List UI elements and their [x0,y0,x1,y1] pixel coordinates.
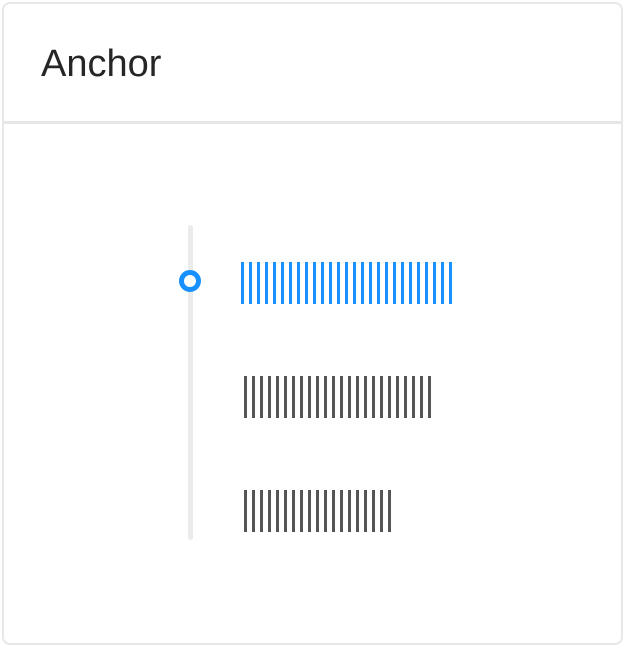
anchor-link-placeholder-mark [393,262,396,304]
anchor-link-placeholder-mark [401,262,404,304]
anchor-link-placeholder-mark [321,262,324,304]
anchor-link-placeholder-mark [332,490,335,532]
anchor-link-placeholder-mark [305,262,308,304]
anchor-link-placeholder-mark [324,490,327,532]
anchor-link-placeholder-mark [260,490,263,532]
anchor-link-placeholder-mark [257,262,260,304]
anchor-link-placeholder-mark [361,262,364,304]
anchor-link-placeholder-mark [284,376,287,418]
anchor-link-placeholder-mark [388,490,391,532]
anchor-link-placeholder-mark [396,376,399,418]
anchor-link-placeholder-mark [380,490,383,532]
anchor-link-placeholder-mark [412,376,415,418]
anchor-link-placeholder-mark [388,376,391,418]
anchor-link-placeholder-mark [337,262,340,304]
anchor-link-placeholder-mark [345,262,348,304]
anchor-link-placeholder-mark [308,376,311,418]
anchor-link-placeholder-mark [329,262,332,304]
anchor-link-placeholder-mark [441,262,444,304]
anchor-link-placeholder-mark [292,376,295,418]
anchor-link-placeholder-mark [404,376,407,418]
anchor-link-placeholder-mark [273,262,276,304]
anchor-link-placeholder-mark [340,490,343,532]
anchor-link-placeholder-mark [292,490,295,532]
anchor-link-placeholder-mark [385,262,388,304]
anchor-link-placeholder-mark [260,376,263,418]
anchor-link-placeholder-mark [281,262,284,304]
anchor-link-placeholder-mark [348,376,351,418]
card-title: Anchor [41,43,162,85]
anchor-link-placeholder-mark [300,490,303,532]
card-header: Anchor [4,4,621,124]
anchor-link-placeholder-mark [449,262,452,304]
anchor-link-placeholder-mark [244,490,247,532]
anchor-link-placeholder-mark [369,262,372,304]
anchor-link-placeholder-mark [364,490,367,532]
anchor-link-placeholder-mark [289,262,292,304]
anchor-link-placeholder-mark [249,262,252,304]
anchor-link-placeholder-mark [316,376,319,418]
anchor-link-placeholder-mark [348,490,351,532]
anchor-link-3[interactable] [244,490,396,532]
anchor-link-placeholder-mark [300,376,303,418]
anchor-ink-indicator [179,270,201,292]
anchor-link-placeholder-mark [297,262,300,304]
anchor-link-1[interactable] [241,262,457,304]
anchor-link-placeholder-mark [420,376,423,418]
anchor-link-placeholder-mark [340,376,343,418]
anchor-link-placeholder-mark [409,262,412,304]
anchor-card: Anchor [2,2,623,645]
anchor-link-placeholder-mark [332,376,335,418]
anchor-link-placeholder-mark [252,376,255,418]
anchor-link-placeholder-mark [417,262,420,304]
anchor-link-placeholder-mark [276,490,279,532]
anchor-link-placeholder-mark [372,376,375,418]
anchor-navigation [4,124,621,643]
anchor-link-placeholder-mark [268,376,271,418]
anchor-link-placeholder-mark [244,376,247,418]
anchor-link-placeholder-mark [313,262,316,304]
anchor-link-placeholder-mark [324,376,327,418]
anchor-link-placeholder-mark [380,376,383,418]
anchor-link-placeholder-mark [428,376,431,418]
anchor-link-placeholder-mark [425,262,428,304]
anchor-link-placeholder-mark [241,262,244,304]
anchor-link-placeholder-mark [308,490,311,532]
anchor-link-placeholder-mark [377,262,380,304]
anchor-link-placeholder-mark [353,262,356,304]
anchor-link-placeholder-mark [356,490,359,532]
anchor-link-placeholder-mark [316,490,319,532]
anchor-link-placeholder-mark [356,376,359,418]
anchor-link-placeholder-mark [252,490,255,532]
anchor-link-placeholder-mark [284,490,287,532]
anchor-link-2[interactable] [244,376,436,418]
anchor-link-placeholder-mark [265,262,268,304]
anchor-link-placeholder-mark [364,376,367,418]
anchor-link-placeholder-mark [276,376,279,418]
anchor-link-placeholder-mark [433,262,436,304]
anchor-link-placeholder-mark [268,490,271,532]
anchor-link-placeholder-mark [372,490,375,532]
